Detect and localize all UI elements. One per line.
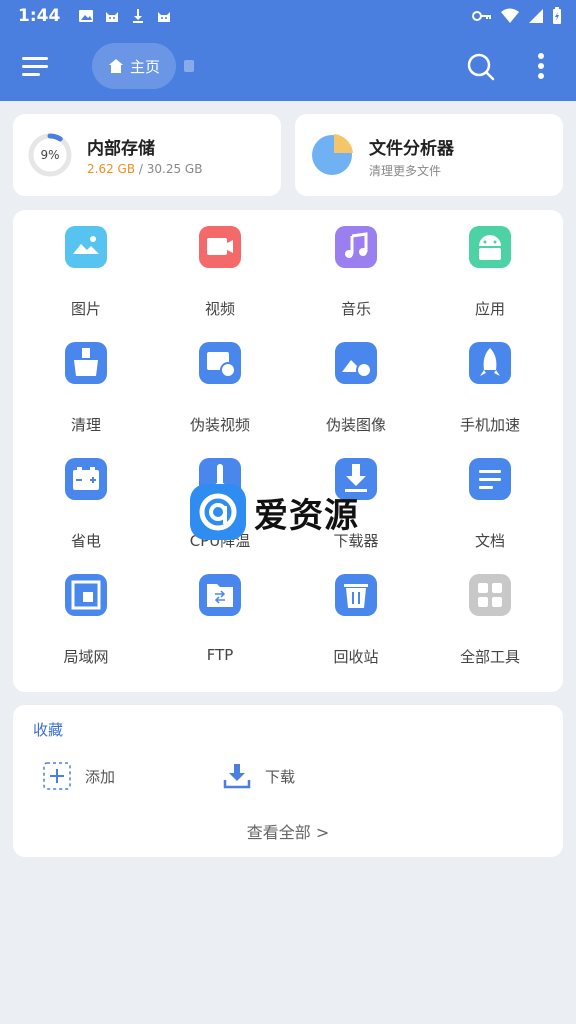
app-bar: 主页 xyxy=(0,32,576,101)
cat-icon xyxy=(106,12,119,22)
status-left-icons xyxy=(78,8,172,24)
lan-icon xyxy=(65,574,107,616)
favorite-download[interactable]: 下载 xyxy=(223,761,295,791)
tool-grid[interactable]: 全部工具 xyxy=(435,558,545,666)
tool-label: 伪装图像 xyxy=(325,416,386,434)
tool-label: 手机加速 xyxy=(459,416,520,434)
tool-label: 回收站 xyxy=(333,648,379,666)
music-icon xyxy=(335,226,377,268)
home-breadcrumb-chip[interactable]: 主页 xyxy=(92,43,176,89)
tool-label: 文档 xyxy=(474,532,505,550)
grid-icon xyxy=(469,574,511,616)
ftp-folder-icon xyxy=(199,574,241,616)
wifi-icon xyxy=(501,8,519,23)
download-icon xyxy=(133,9,144,23)
storage-usage: 2.62 GB / 30.25 GB xyxy=(87,162,202,176)
storage-separator: / xyxy=(135,162,147,176)
favorite-add[interactable]: 添加 xyxy=(43,761,115,791)
broom-icon xyxy=(65,342,107,384)
image-icon xyxy=(79,10,94,22)
tool-lan[interactable]: 局域网 xyxy=(31,558,141,666)
tool-document[interactable]: 文档 xyxy=(435,442,545,550)
add-icon xyxy=(43,762,71,790)
favorite-download-label: 下载 xyxy=(265,767,296,786)
trash-icon xyxy=(335,574,377,616)
tool-rocket[interactable]: 手机加速 xyxy=(435,326,545,434)
android-icon xyxy=(469,226,511,268)
image-icon xyxy=(65,226,107,268)
disguise-image-icon xyxy=(335,342,377,384)
tool-label: 视频 xyxy=(204,300,235,318)
breadcrumb-separator xyxy=(184,60,194,72)
disguise-video-icon xyxy=(199,342,241,384)
video-icon xyxy=(199,226,241,268)
watermark-text: 爱资源 xyxy=(254,495,359,536)
file-analyzer-card[interactable]: 文件分析器 清理更多文件 xyxy=(295,114,563,196)
tool-label: 省电 xyxy=(70,532,101,550)
rocket-icon xyxy=(469,342,511,384)
search-icon[interactable] xyxy=(466,52,496,82)
favorites-card: 收藏 添加 下载 查看全部 > xyxy=(13,705,563,857)
tool-disguise-image[interactable]: 伪装图像 xyxy=(301,326,411,434)
status-right-icons xyxy=(472,7,562,25)
tool-music[interactable]: 音乐 xyxy=(301,210,411,318)
tool-trash[interactable]: 回收站 xyxy=(301,558,411,666)
more-vertical-icon[interactable] xyxy=(530,50,552,82)
view-all-link[interactable]: 查看全部 > xyxy=(13,819,563,843)
analyzer-subtitle: 清理更多文件 xyxy=(369,164,442,178)
key-icon xyxy=(472,11,491,21)
storage-percent: 9% xyxy=(40,148,60,162)
tool-label: 音乐 xyxy=(340,300,371,318)
tool-label: 局域网 xyxy=(63,648,109,666)
cat-icon xyxy=(158,12,171,22)
tool-image[interactable]: 图片 xyxy=(31,210,141,318)
battery-icon xyxy=(65,458,107,500)
document-icon xyxy=(469,458,511,500)
tool-label: 应用 xyxy=(474,300,505,318)
menu-icon[interactable] xyxy=(22,54,50,80)
favorite-add-label: 添加 xyxy=(85,767,116,786)
status-time: 1:44 xyxy=(18,6,61,26)
home-label: 主页 xyxy=(129,57,160,76)
tool-broom[interactable]: 清理 xyxy=(31,326,141,434)
internal-storage-card[interactable]: 9% 内部存储 2.62 GB / 30.25 GB xyxy=(13,114,281,196)
storage-used: 2.62 GB xyxy=(87,162,136,176)
tool-label: 清理 xyxy=(70,416,101,434)
tool-battery[interactable]: 省电 xyxy=(31,442,141,550)
home-icon xyxy=(108,59,123,73)
status-bar: 1:44 xyxy=(0,0,576,32)
tool-android[interactable]: 应用 xyxy=(435,210,545,318)
analyzer-title: 文件分析器 xyxy=(369,139,454,159)
pie-chart-icon xyxy=(312,134,353,175)
download-tray-icon xyxy=(223,764,251,789)
tool-video[interactable]: 视频 xyxy=(165,210,275,318)
signal-icon xyxy=(529,9,543,23)
tool-label: 全部工具 xyxy=(459,648,520,666)
watermark-at-icon xyxy=(190,484,246,540)
favorites-title: 收藏 xyxy=(33,721,64,739)
tool-label: 伪装视频 xyxy=(189,416,250,434)
tool-label: FTP xyxy=(206,646,234,664)
tool-ftp-folder[interactable]: FTP xyxy=(165,558,275,664)
tool-disguise-video[interactable]: 伪装视频 xyxy=(165,326,275,434)
tool-label: 图片 xyxy=(70,300,101,318)
tools-grid-card: 图片 视频 音乐 应用 清理 伪装视频 伪装图像 手机加速 省电 CPU降温 下载器 文档 局域网 FTP… xyxy=(13,210,563,692)
battery-charging-icon xyxy=(553,7,561,24)
storage-title: 内部存储 xyxy=(87,139,155,159)
storage-total: 30.25 GB xyxy=(146,162,203,176)
watermark-logo: 爱资源 xyxy=(190,482,390,542)
